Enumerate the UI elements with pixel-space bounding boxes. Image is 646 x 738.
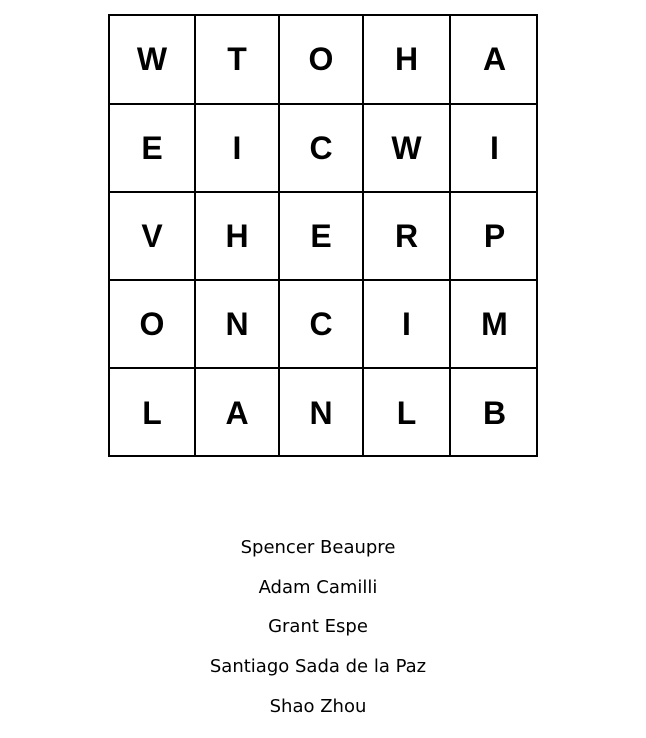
credit-name: Spencer Beaupre (240, 537, 396, 558)
grid-cell: A (196, 369, 280, 457)
grid-cell: W (364, 105, 451, 193)
grid-cell: L (364, 369, 451, 457)
grid-cell: R (364, 193, 451, 281)
grid-cell: A (451, 16, 538, 105)
grid-cell: I (451, 105, 538, 193)
grid-cell: O (110, 281, 196, 369)
grid-cell: O (280, 16, 364, 105)
credit-name: Adam Camilli (258, 576, 378, 598)
letter-grid: W T O H A E I C W I V H E R P O N C I M … (108, 14, 538, 457)
credit-name: Santiago Sada de la Paz (209, 656, 427, 678)
grid-cell: N (196, 281, 280, 369)
grid-cell: P (451, 193, 538, 281)
grid-cell: E (110, 105, 196, 193)
grid-cell: L (110, 369, 196, 457)
credit-name: Shao Zhou (269, 695, 367, 717)
grid-cell: N (280, 369, 364, 457)
grid-cell: C (280, 281, 364, 369)
grid-cell: I (196, 105, 280, 193)
grid-cell: W (110, 16, 196, 105)
grid-cell: V (110, 193, 196, 281)
grid-cell: E (280, 193, 364, 281)
grid-cell: B (482, 394, 507, 431)
grid-cell: H (364, 16, 451, 105)
grid-cell: M (451, 281, 538, 369)
grid-cell: T (196, 16, 280, 105)
grid-cell: H (196, 193, 280, 281)
credits-list: Spencer Beaupre Adam Camilli Grant Espe … (0, 533, 636, 731)
grid-cell: I (364, 281, 451, 369)
credit-name: Grant Espe (268, 616, 368, 638)
grid-cell: C (280, 105, 364, 193)
